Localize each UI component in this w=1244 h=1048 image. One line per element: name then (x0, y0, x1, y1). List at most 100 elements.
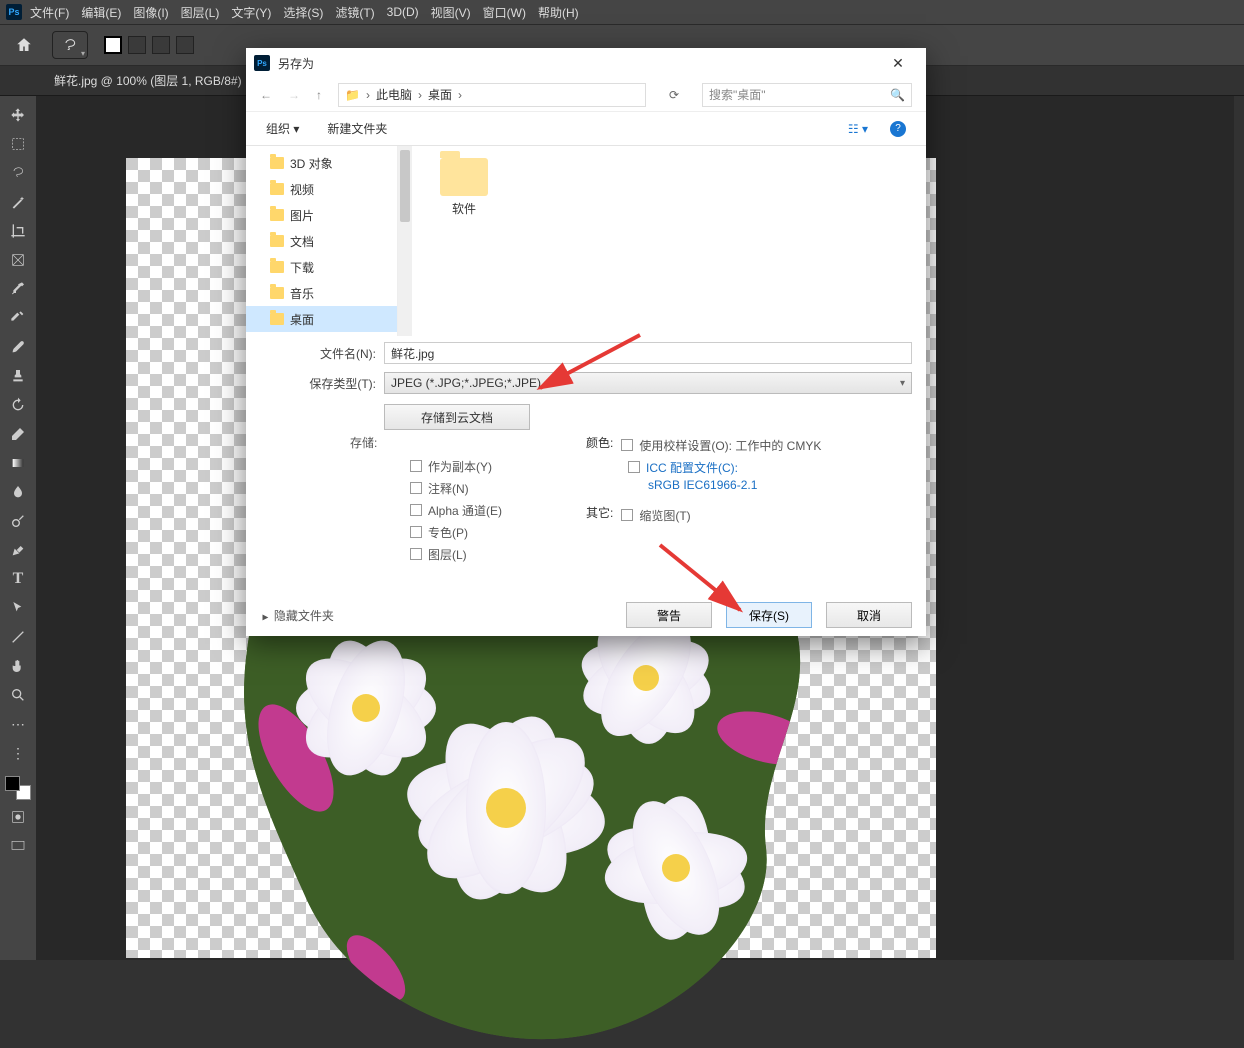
tree-item-documents[interactable]: 文档 (246, 228, 397, 254)
chk-layers[interactable]: 图层(L) (390, 543, 586, 565)
chk-annotations[interactable]: 注释(N) (390, 477, 586, 499)
dialog-titlebar: Ps 另存为 ✕ (246, 48, 926, 78)
hide-folders-toggle[interactable]: ▲隐藏文件夹 (260, 607, 612, 624)
lasso-tool-icon[interactable] (4, 160, 32, 186)
home-icon[interactable] (6, 31, 42, 59)
menu-3d[interactable]: 3D(D) (387, 5, 419, 19)
type-tool-icon[interactable]: T (4, 566, 32, 592)
hand-tool-icon[interactable] (4, 653, 32, 679)
wand-tool-icon[interactable] (4, 189, 32, 215)
crumb-pc[interactable]: 此电脑 (376, 86, 412, 103)
search-icon: 🔍 (890, 88, 905, 102)
warn-button[interactable]: 警告 (626, 602, 712, 628)
menu-layer[interactable]: 图层(L) (181, 4, 220, 21)
swatch[interactable] (104, 36, 122, 54)
shape-tool-icon[interactable] (4, 624, 32, 650)
chk-thumbnail[interactable]: 缩览图(T) (621, 504, 690, 526)
icc-profile-name: sRGB IEC61966-2.1 (586, 478, 912, 492)
screenmode-icon[interactable] (4, 833, 32, 859)
menu-window[interactable]: 窗口(W) (483, 4, 526, 21)
move-tool-icon[interactable] (4, 102, 32, 128)
document-tab[interactable]: 鲜花.jpg @ 100% (图层 1, RGB/8#) (42, 66, 255, 95)
chk-alpha[interactable]: Alpha 通道(E) (390, 499, 586, 521)
view-icon[interactable]: ☷ ▾ (848, 122, 868, 136)
back-icon[interactable]: ← (260, 88, 272, 102)
menu-select[interactable]: 选择(S) (283, 4, 323, 21)
folder-tree: 3D 对象 视频 图片 文档 下载 音乐 桌面 (246, 146, 398, 336)
folder-icon (270, 157, 284, 169)
history-brush-icon[interactable] (4, 392, 32, 418)
tree-item-downloads[interactable]: 下载 (246, 254, 397, 280)
refresh-icon[interactable]: ⟳ (662, 88, 686, 102)
menu-help[interactable]: 帮助(H) (538, 4, 579, 21)
save-opts-label: 存储: (260, 434, 586, 451)
crumb-desktop[interactable]: 桌面 (428, 86, 452, 103)
swatch[interactable] (176, 36, 194, 54)
file-area[interactable]: 软件 (412, 146, 926, 336)
search-input[interactable]: 搜索"桌面"🔍 (702, 83, 912, 107)
menu-image[interactable]: 图像(I) (133, 4, 168, 21)
crop-tool-icon[interactable] (4, 218, 32, 244)
cancel-button[interactable]: 取消 (826, 602, 912, 628)
path-select-icon[interactable] (4, 595, 32, 621)
eraser-tool-icon[interactable] (4, 421, 32, 447)
menu-edit[interactable]: 编辑(E) (81, 4, 121, 21)
fg-bg-color[interactable] (4, 775, 32, 801)
cloud-save-button[interactable]: 存储到云文档 (384, 404, 530, 430)
save-as-dialog: Ps 另存为 ✕ ← → ↑ 📁 › 此电脑 › 桌面 › ⟳ 搜索"桌面"🔍 … (246, 48, 926, 636)
marquee-tool-icon[interactable] (4, 131, 32, 157)
nav-row: ← → ↑ 📁 › 此电脑 › 桌面 › ⟳ 搜索"桌面"🔍 (246, 78, 926, 112)
other-label: 其它: (586, 504, 613, 526)
gradient-tool-icon[interactable] (4, 450, 32, 476)
chk-spot[interactable]: 专色(P) (390, 521, 586, 543)
chk-proof[interactable]: 使用校样设置(O): 工作中的 CMYK (621, 434, 821, 456)
organize-button[interactable]: 组织 ▾ (266, 120, 299, 137)
save-button[interactable]: 保存(S) (726, 602, 812, 628)
stamp-tool-icon[interactable] (4, 363, 32, 389)
app-icon: Ps (254, 55, 270, 71)
scrollbar[interactable] (398, 146, 412, 336)
filename-input[interactable]: 鲜花.jpg (384, 342, 912, 364)
menu-file[interactable]: 文件(F) (30, 4, 69, 21)
menu-filter[interactable]: 滤镜(T) (335, 4, 374, 21)
folder-icon (270, 313, 284, 325)
chk-icc[interactable]: ICC 配置文件(C): (586, 456, 912, 478)
swatch[interactable] (128, 36, 146, 54)
folder-icon (270, 183, 284, 195)
menu-view[interactable]: 视图(V) (431, 4, 471, 21)
frame-tool-icon[interactable] (4, 247, 32, 273)
brush-tool-icon[interactable] (4, 334, 32, 360)
close-icon[interactable]: ✕ (878, 48, 918, 78)
tree-item-music[interactable]: 音乐 (246, 280, 397, 306)
breadcrumb[interactable]: 📁 › 此电脑 › 桌面 › (338, 83, 646, 107)
pen-tool-icon[interactable] (4, 537, 32, 563)
heal-tool-icon[interactable] (4, 305, 32, 331)
folder-icon (270, 235, 284, 247)
folder-icon: 📁 (345, 88, 360, 102)
filename-label: 文件名(N): (260, 345, 384, 362)
tool-preset[interactable] (52, 31, 88, 59)
filetype-combo[interactable]: JPEG (*.JPG;*.JPEG;*.JPE) (384, 372, 912, 394)
zoom-tool-icon[interactable] (4, 682, 32, 708)
app-icon: Ps (6, 4, 22, 20)
dodge-tool-icon[interactable] (4, 508, 32, 534)
menu-type[interactable]: 文字(Y) (231, 4, 271, 21)
chk-as-copy[interactable]: 作为副本(Y) (390, 455, 586, 477)
tool-panel: T ⋯ ⋮ (0, 96, 36, 960)
more-icon[interactable]: ⋯ (4, 711, 32, 737)
quickmask-icon[interactable] (4, 804, 32, 830)
eyedropper-tool-icon[interactable] (4, 276, 32, 302)
forward-icon[interactable]: → (288, 88, 300, 102)
folder-item[interactable]: 软件 (424, 158, 504, 217)
new-folder-button[interactable]: 新建文件夹 (327, 120, 387, 137)
dialog-footer: ▲隐藏文件夹 警告 保存(S) 取消 (246, 594, 926, 636)
swatch[interactable] (152, 36, 170, 54)
help-icon[interactable]: ? (890, 121, 906, 137)
up-icon[interactable]: ↑ (316, 88, 322, 102)
tree-item-desktop[interactable]: 桌面 (246, 306, 397, 332)
tree-item-3d[interactable]: 3D 对象 (246, 150, 397, 176)
blur-tool-icon[interactable] (4, 479, 32, 505)
tree-item-video[interactable]: 视频 (246, 176, 397, 202)
edit-toolbar-icon[interactable]: ⋮ (4, 740, 32, 766)
tree-item-pictures[interactable]: 图片 (246, 202, 397, 228)
